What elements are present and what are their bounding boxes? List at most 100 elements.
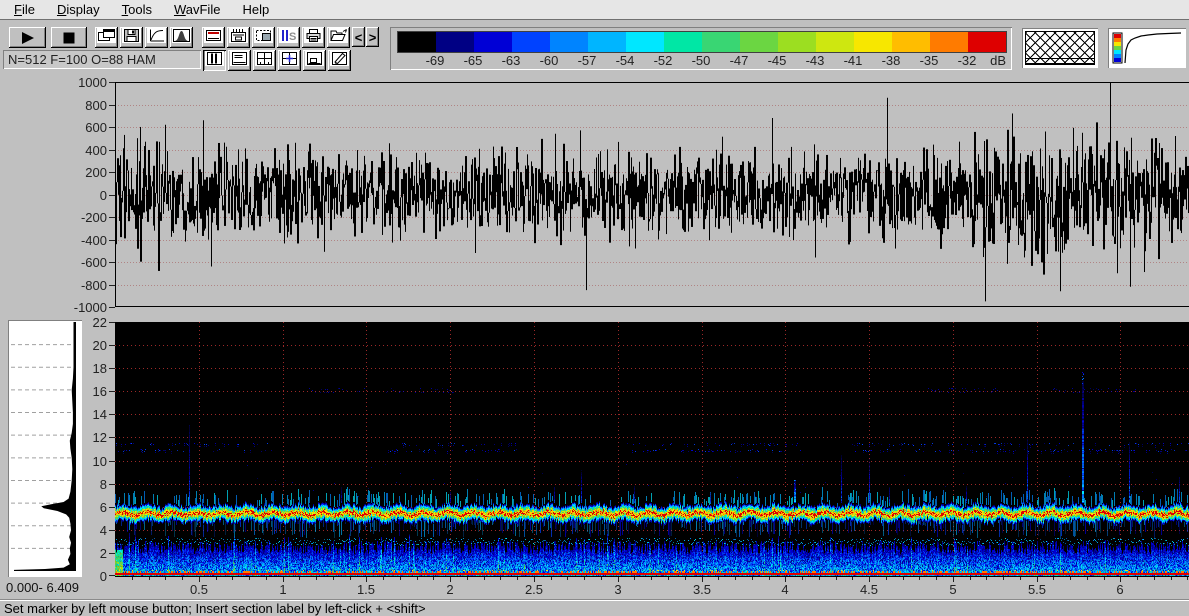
- previous-icon: <: [354, 29, 363, 45]
- spectrogram-xtick: [836, 577, 837, 580]
- scale-tick-label: -54: [615, 53, 635, 68]
- scale-color-segment: [778, 32, 816, 52]
- waveform-plot[interactable]: [115, 82, 1189, 307]
- sections-button[interactable]: S: [277, 27, 300, 48]
- cascade-windows-button[interactable]: [95, 27, 118, 48]
- spectrogram-xtick: [852, 577, 853, 580]
- waveform-ytick-label: 400: [85, 143, 107, 158]
- save-button[interactable]: [120, 27, 143, 48]
- spectrogram-xtick: [350, 577, 351, 580]
- marker-display-button[interactable]: [227, 27, 250, 48]
- edit-labels-button[interactable]: [328, 50, 351, 71]
- view-columns-icon: [205, 50, 224, 71]
- average-spectrum-curve: [11, 322, 76, 571]
- window-function-icon: [172, 27, 191, 48]
- spectrogram-xtick: [752, 577, 753, 580]
- spectrogram-ytick-label: 0: [99, 569, 107, 584]
- color-scale-unit: dB: [990, 53, 1006, 68]
- waveform-ytick-label: 200: [85, 165, 107, 180]
- stop-button[interactable]: [51, 27, 87, 48]
- scale-color-segment: [930, 32, 968, 52]
- spectrogram-xtick: [601, 577, 602, 580]
- scale-tick-label: -69: [425, 53, 445, 68]
- spectrogram-xtick-label: 4.5: [859, 582, 879, 597]
- waveform-ytick-label: 0: [99, 188, 107, 203]
- scale-tick-label: -50: [691, 53, 711, 68]
- amplitude-curve-button[interactable]: [145, 27, 168, 48]
- level-histogram-widget[interactable]: [1108, 28, 1186, 68]
- view-inset-icon: [305, 50, 324, 71]
- svg-text:S: S: [289, 31, 296, 43]
- spectrogram-xtick: [299, 577, 300, 580]
- spectrogram-xtick: [433, 577, 434, 580]
- spectrogram-xtick: [986, 577, 987, 580]
- scale-tick-label: -47: [729, 53, 749, 68]
- scale-tick-label: -38: [881, 53, 901, 68]
- spectrogram-display-icon: [204, 27, 223, 48]
- print-icon: [304, 27, 323, 48]
- window-function-button[interactable]: [170, 27, 193, 48]
- menu-file[interactable]: File: [3, 1, 46, 19]
- scale-tick-label: -52: [653, 53, 673, 68]
- spectrogram-xtick: [1171, 577, 1172, 580]
- menu-display[interactable]: Display: [46, 1, 111, 19]
- waveform-ytick-label: -600: [80, 255, 107, 270]
- spectrogram-xtick: [232, 577, 233, 580]
- spectrogram-plot[interactable]: [115, 322, 1189, 576]
- waveform-ytick-label: -200: [80, 210, 107, 225]
- waveform-ytick-label: 600: [85, 120, 107, 135]
- spectrogram-xtick: [668, 577, 669, 580]
- spectrogram-xtick: [584, 577, 585, 580]
- app-window: File Display Tools WavFile Help S < > N=512 F=…: [0, 0, 1189, 616]
- menu-wavfile[interactable]: WavFile: [163, 1, 231, 19]
- marker-display-icon: [229, 27, 248, 48]
- analysis-settings-field: N=512 F=100 O=88 HAM: [3, 50, 201, 69]
- scale-color-segment: [968, 32, 1006, 52]
- view-quad-button[interactable]: [253, 50, 276, 71]
- spectrogram-xtick: [1053, 577, 1054, 580]
- menu-bar: File Display Tools WavFile Help: [0, 0, 1189, 20]
- spectrogram-xtick: [1003, 577, 1004, 580]
- spectrogram-xtick: [500, 577, 501, 580]
- pattern-widget[interactable]: [1022, 28, 1098, 68]
- play-button[interactable]: [9, 27, 46, 48]
- menu-tools[interactable]: Tools: [111, 1, 163, 19]
- spectrogram-xtick: [383, 577, 384, 580]
- print-button[interactable]: [302, 27, 325, 48]
- spectrogram-ytick-label: 14: [92, 407, 107, 422]
- spectrogram-xtick: [651, 577, 652, 580]
- spectrogram-ytick-label: 20: [92, 338, 107, 353]
- previous-button[interactable]: <: [352, 27, 365, 47]
- spectrogram-xtick: [802, 577, 803, 580]
- scale-tick-label: -41: [843, 53, 863, 68]
- sections-icon: S: [279, 27, 298, 48]
- spectrogram-xtick: [249, 577, 250, 580]
- spectrogram-xtick-label: 3: [614, 582, 622, 597]
- spectrogram-xtick: [400, 577, 401, 580]
- scale-color-segment: [892, 32, 930, 52]
- menu-help[interactable]: Help: [231, 1, 280, 19]
- view-inset-button[interactable]: [303, 50, 326, 71]
- view-rows-button[interactable]: [228, 50, 251, 71]
- view-quad-cursor-button[interactable]: [278, 50, 301, 71]
- spectrogram-xtick-label: 1.5: [356, 582, 376, 597]
- crosshatch-pattern-icon: [1025, 31, 1095, 65]
- open-file-button[interactable]: [327, 27, 350, 48]
- scale-color-segment: [436, 32, 474, 52]
- spectrogram-xtick: [551, 577, 552, 580]
- spectrogram-xtick-label: 5.5: [1027, 582, 1047, 597]
- spectrogram-xtick-label: 2.5: [524, 582, 544, 597]
- spectrogram-xtick: [182, 577, 183, 580]
- next-button[interactable]: >: [366, 27, 379, 47]
- view-columns-button[interactable]: [203, 50, 226, 71]
- waveform-ytick: [109, 307, 115, 308]
- save-icon: [122, 27, 141, 48]
- spectrogram-xtick: [718, 577, 719, 580]
- zoom-selection-button[interactable]: [252, 27, 275, 48]
- spectrogram-xtick: [316, 577, 317, 580]
- spectrogram-ytick-label: 4: [99, 523, 107, 538]
- edit-labels-icon: [330, 50, 349, 71]
- spectrogram-xtick: [769, 577, 770, 580]
- time-range-label: 0.000- 6.409: [6, 580, 80, 595]
- spectrogram-display-button[interactable]: [202, 27, 225, 48]
